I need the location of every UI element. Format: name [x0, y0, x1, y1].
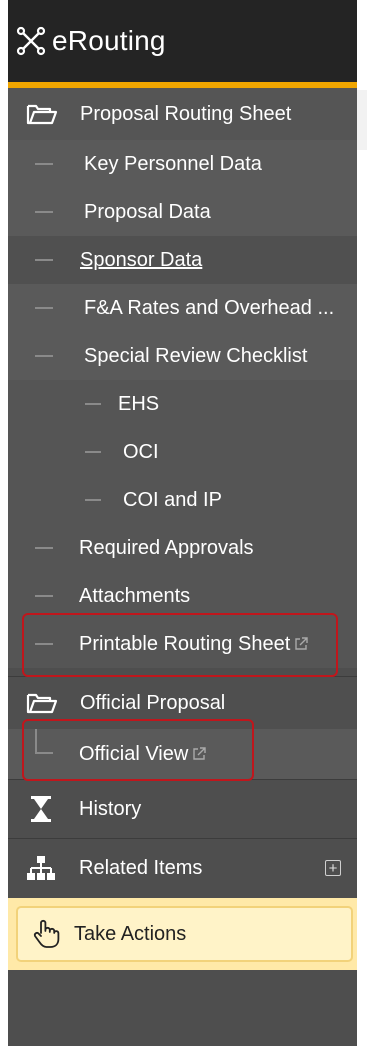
nav-label: Special Review Checklist [84, 344, 308, 367]
nav-ehs[interactable]: EHS [8, 380, 357, 428]
nav-oci[interactable]: OCI [8, 428, 357, 476]
nav-proposal-data[interactable]: Proposal Data [8, 188, 357, 236]
take-actions-label: Take Actions [74, 922, 187, 945]
app-header: eRouting [8, 0, 357, 82]
nav-fa-rates[interactable]: F&A Rates and Overhead ... [8, 284, 357, 332]
nav-key-personnel-data[interactable]: Key Personnel Data [8, 140, 357, 188]
tree-branch [35, 163, 53, 165]
nav-label: Sponsor Data [80, 248, 203, 271]
folder-open-icon [26, 104, 58, 125]
tree-branch [35, 547, 53, 549]
tree-branch [35, 259, 53, 261]
take-actions-button[interactable]: Take Actions [16, 906, 353, 962]
nav-label: Proposal Routing Sheet [80, 102, 292, 125]
nav-special-review-checklist[interactable]: Special Review Checklist [8, 332, 357, 380]
nav-label: Key Personnel Data [84, 152, 262, 175]
tree-branch [85, 403, 101, 405]
nav-label: COI and IP [123, 488, 222, 511]
nav-related-items[interactable]: Related Items + [8, 839, 357, 897]
tree-branch [35, 355, 53, 357]
app-title: eRouting [52, 25, 166, 56]
hand-pointer-icon [33, 919, 60, 948]
content-edge [357, 0, 367, 1046]
hourglass-icon [31, 796, 51, 822]
highlight-box-printable [22, 613, 338, 677]
folder-open-icon [26, 693, 58, 714]
nav-label: OCI [123, 440, 159, 463]
sidebar: eRouting Proposal Routing Sheet Key Pers… [8, 0, 357, 1046]
network-icon [16, 26, 46, 56]
nav-label: Required Approvals [79, 536, 254, 559]
nav-sponsor-data[interactable]: Sponsor Data [8, 236, 357, 284]
nav-label: Attachments [79, 584, 191, 607]
nav-label: Related Items [79, 856, 203, 879]
nav-label: EHS [118, 392, 160, 415]
tree-branch [35, 595, 53, 597]
plus-square-icon[interactable]: + [325, 860, 341, 876]
nav-history[interactable]: History [8, 780, 357, 838]
tree-branch [35, 211, 53, 213]
nav-label: Proposal Data [84, 200, 211, 223]
nav-required-approvals[interactable]: Required Approvals [8, 524, 357, 572]
tree-branch [35, 307, 53, 309]
nav-proposal-routing-sheet[interactable]: Proposal Routing Sheet [8, 88, 357, 140]
highlight-box-official-view [22, 719, 254, 781]
nav-coi-and-ip[interactable]: COI and IP [8, 476, 357, 524]
nav-label: History [79, 797, 142, 820]
nav-label: F&A Rates and Overhead ... [84, 296, 335, 319]
tree-branch [85, 499, 101, 501]
nav-label: Official Proposal [80, 691, 226, 714]
tree-branch [85, 451, 101, 453]
sitemap-icon [27, 856, 55, 880]
